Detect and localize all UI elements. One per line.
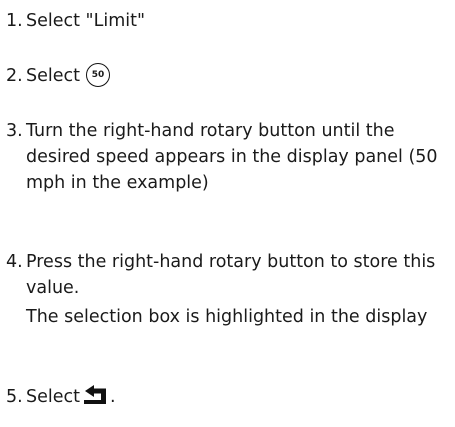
- step-text: Press the right-hand rotary button to st…: [26, 252, 436, 298]
- step-number: 1.: [6, 11, 23, 31]
- step-number: 2.: [6, 66, 23, 86]
- step-5: 5. Select .: [6, 384, 449, 410]
- step-number: 3.: [6, 121, 23, 141]
- step-number: 5.: [6, 387, 23, 407]
- step-text: Select: [26, 387, 80, 407]
- step-4: 4. Press the right-hand rotary button to…: [6, 249, 449, 301]
- step-3: 3. Turn the right-hand rotary button unt…: [6, 118, 449, 196]
- step-suffix: .: [110, 387, 116, 407]
- step-number: 4.: [6, 252, 23, 272]
- step-text: Select "Limit": [26, 11, 146, 31]
- step-text: Select: [26, 66, 80, 86]
- step-text: Turn the right-hand rotary button until …: [26, 121, 438, 193]
- step-1: 1. Select "Limit": [6, 8, 449, 34]
- step-4-note: The selection box is highlighted in the …: [26, 307, 428, 327]
- step-text-wrapper: Select 50: [26, 62, 449, 89]
- step-2: 2. Select 50: [6, 62, 449, 89]
- speed-limit-50-icon: 50: [86, 62, 110, 87]
- step-text-wrapper: Select .: [26, 384, 449, 410]
- back-arrow-icon: [84, 385, 106, 404]
